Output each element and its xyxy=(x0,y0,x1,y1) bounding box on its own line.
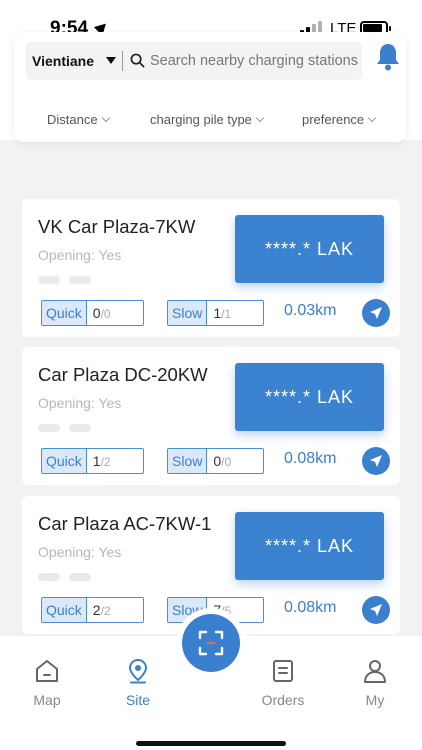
slow-count: 1/1 xyxy=(206,301,264,325)
tab-label: Site xyxy=(125,692,151,708)
chevron-down-icon xyxy=(367,113,377,123)
station-card[interactable]: VK Car Plaza-7KW Opening: Yes ****.* LAK… xyxy=(22,199,400,337)
search-bar: Vientiane xyxy=(26,42,362,80)
filter-distance[interactable]: Distance xyxy=(47,112,110,127)
city-selector[interactable]: Vientiane xyxy=(32,53,94,69)
navigate-icon xyxy=(370,604,382,616)
filter-label: Distance xyxy=(47,112,98,127)
station-card[interactable]: Car Plaza DC-20KW Opening: Yes ****.* LA… xyxy=(22,347,400,485)
scan-button[interactable] xyxy=(182,614,240,672)
slow-label: Slow xyxy=(168,449,207,473)
opening-status: Opening: Yes xyxy=(38,247,122,263)
quick-total: /2 xyxy=(100,455,111,469)
orders-icon xyxy=(273,660,293,682)
slow-charger-count: Slow 0/0 xyxy=(167,448,265,474)
distance: 0.08km xyxy=(284,599,337,616)
tab-site[interactable]: Site xyxy=(108,658,168,708)
price-badge: ****.* LAK xyxy=(235,215,384,283)
tab-label: My xyxy=(365,692,385,708)
caret-down-icon[interactable] xyxy=(106,57,116,64)
price-badge: ****.* LAK xyxy=(235,363,384,431)
placeholder-pill xyxy=(69,424,91,432)
navigate-button[interactable] xyxy=(362,447,390,475)
filter-label: preference xyxy=(302,112,365,127)
opening-status: Opening: Yes xyxy=(38,395,122,411)
slow-charger-count: Slow 1/1 xyxy=(167,300,265,326)
distance: 0.08km xyxy=(284,450,337,467)
quick-charger-count: Quick 0/0 xyxy=(41,300,144,326)
placeholder-pill xyxy=(69,276,91,284)
slow-label: Slow xyxy=(168,301,207,325)
filter-preference[interactable]: preference xyxy=(302,112,377,127)
slow-available: 0 xyxy=(213,453,222,469)
scan-icon xyxy=(198,630,224,656)
bell-icon[interactable] xyxy=(374,42,402,72)
quick-label: Quick xyxy=(42,449,86,473)
placeholder-pill xyxy=(38,424,60,432)
tab-label: Map xyxy=(33,692,61,708)
tab-my[interactable]: My xyxy=(345,658,405,708)
chevron-down-icon xyxy=(101,113,110,123)
station-name: Car Plaza DC-20KW xyxy=(38,364,208,385)
search-header: Vientiane Distance charging pile type pr… xyxy=(14,32,406,142)
station-name: VK Car Plaza-7KW xyxy=(38,216,196,237)
station-name: Car Plaza AC-7KW-1 xyxy=(38,513,212,534)
quick-total: /2 xyxy=(100,604,111,618)
quick-total: /0 xyxy=(100,307,111,321)
distance: 0.03km xyxy=(284,302,337,319)
quick-charger-count: Quick 2/2 xyxy=(41,597,144,623)
slow-total: /1 xyxy=(221,307,232,321)
filter-label: charging pile type xyxy=(150,112,252,127)
placeholder-pill xyxy=(38,573,60,581)
search-icon xyxy=(130,53,145,68)
quick-label: Quick xyxy=(42,301,86,325)
slow-count: 0/0 xyxy=(206,449,264,473)
quick-count: 2/2 xyxy=(85,598,143,622)
quick-charger-count: Quick 1/2 xyxy=(41,448,144,474)
quick-count: 1/2 xyxy=(85,449,143,473)
navigate-icon xyxy=(370,307,382,319)
placeholder-pill xyxy=(69,573,91,581)
slow-total: /0 xyxy=(221,455,232,469)
location-pin-icon xyxy=(128,658,148,684)
quick-available: 2 xyxy=(92,602,101,618)
slow-available: 1 xyxy=(213,305,222,321)
tab-label: Orders xyxy=(261,692,305,708)
search-input[interactable] xyxy=(150,42,360,80)
price-badge: ****.* LAK xyxy=(235,512,384,580)
filter-pile-type[interactable]: charging pile type xyxy=(150,112,265,127)
divider xyxy=(122,51,123,71)
quick-label: Quick xyxy=(42,598,86,622)
home-indicator xyxy=(136,741,286,746)
filter-bar: Distance charging pile type preference xyxy=(14,112,406,134)
quick-count: 0/0 xyxy=(85,301,143,325)
home-icon xyxy=(36,660,58,682)
navigate-icon xyxy=(370,455,382,467)
navigate-button[interactable] xyxy=(362,299,390,327)
opening-status: Opening: Yes xyxy=(38,544,122,560)
chevron-down-icon xyxy=(255,113,265,123)
navigate-button[interactable] xyxy=(362,596,390,624)
tab-map[interactable]: Map xyxy=(17,658,77,708)
user-icon xyxy=(364,660,386,683)
tab-orders[interactable]: Orders xyxy=(253,658,313,708)
quick-available: 0 xyxy=(92,305,101,321)
placeholder-pill xyxy=(38,276,60,284)
quick-available: 1 xyxy=(92,453,101,469)
